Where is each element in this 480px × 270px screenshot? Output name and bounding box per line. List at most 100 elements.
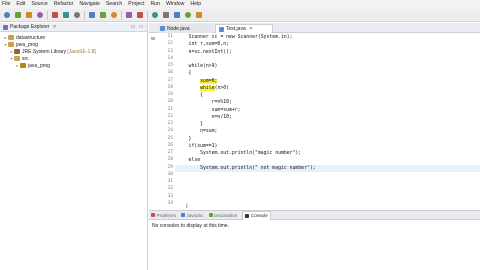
menu-project[interactable]: Project [128, 0, 144, 9]
toolbar-separator [121, 10, 122, 20]
tree-item[interactable]: ▸ datastructure [0, 34, 147, 41]
bottom-tab-bar: Problems Javadoc Declaration Console [149, 210, 480, 220]
back-icon[interactable] [184, 11, 192, 19]
debug-icon[interactable] [51, 11, 59, 19]
code-segment: n=n/10; [177, 114, 232, 120]
code-segment: int r,sum=0,n; [177, 42, 229, 48]
toolbar-separator [147, 10, 148, 20]
maximize-icon[interactable]: □ [138, 24, 144, 30]
tree-item[interactable]: ▾ java_prog [0, 41, 147, 48]
code-line: int r,sum=0,n; [177, 41, 229, 48]
menu-search[interactable]: Search [106, 0, 122, 9]
package-explorer-view: Package Explorer ✕ ▭ □ ▸ datastructure ▾ ja… [0, 23, 148, 270]
package-explorer-tab[interactable]: Package Explorer ✕ ▭ □ [0, 23, 147, 32]
menu-run[interactable]: Run [150, 0, 160, 9]
code-line: sum=0; [177, 78, 218, 85]
source-folder-icon [14, 56, 20, 61]
code-line: n=n/10; [177, 114, 232, 121]
prev-annotation-icon[interactable] [173, 11, 181, 19]
menu-bar: File Edit Source Refactor Navigate Search Proj… [0, 0, 480, 9]
code-segment: while(n>9) [177, 64, 218, 69]
menu-edit[interactable]: Edit [16, 0, 25, 9]
bottom-panel: Problems Javadoc Declaration Console No con… [149, 210, 480, 270]
new-java-project-icon[interactable] [88, 11, 96, 19]
line-number: 20 [167, 99, 173, 105]
open-type-icon[interactable] [125, 11, 133, 19]
problems-icon [151, 213, 155, 217]
editor-tab-bar: Node.java Test.java ✕ [149, 23, 480, 33]
line-number: 25 [167, 135, 173, 141]
search-icon[interactable] [136, 11, 144, 19]
external-tools-icon[interactable] [73, 11, 81, 19]
save-all-icon[interactable] [25, 11, 33, 19]
tab-problems[interactable]: Problems [151, 213, 176, 218]
menu-refactor[interactable]: Refactor [54, 0, 74, 9]
close-tab-icon[interactable]: ✕ [249, 26, 253, 32]
forward-icon[interactable] [195, 11, 203, 19]
save-icon[interactable] [14, 11, 22, 19]
line-number: 34 [167, 200, 173, 206]
code-segment: sum=sum+r; [177, 107, 241, 113]
print-icon[interactable] [36, 11, 44, 19]
menu-source[interactable]: Source [31, 0, 47, 9]
project-icon [8, 35, 14, 40]
declaration-icon [208, 213, 213, 217]
line-number: 26 [167, 142, 173, 148]
tab-label: Console [250, 213, 268, 218]
project-tree: ▸ datastructure ▾ java_prog ▸ JRE System Libr… [0, 32, 147, 69]
project-icon [8, 42, 14, 47]
tab-console[interactable]: Console [242, 210, 271, 220]
code-segment: if(sum==1) [177, 143, 218, 149]
ruler-marker [151, 37, 155, 40]
line-number: 24 [167, 128, 173, 134]
tab-declaration[interactable]: Declaration [208, 212, 238, 218]
menu-window[interactable]: Window [166, 0, 184, 9]
code-line: System.out.println("magic number"); [177, 150, 301, 157]
new-package-icon[interactable] [99, 11, 107, 19]
code-segment: { [177, 71, 192, 77]
code-line: { [177, 92, 203, 99]
tree-item-suffix: [JavaSE-1.8] [67, 48, 96, 55]
code-segment: (n>0) [214, 85, 230, 91]
menu-file[interactable]: File [2, 0, 10, 9]
tree-item[interactable]: ▸ JRE System Library [JavaSE-1.8] [0, 48, 147, 55]
java-file-icon [219, 26, 224, 32]
line-number: 17 [167, 77, 173, 83]
new-class-icon[interactable] [110, 11, 118, 19]
close-icon[interactable]: ✕ [52, 24, 56, 30]
tree-item-label: datastructure [16, 34, 46, 41]
code-segment: Scanner sc = new Scanner(System.in); [177, 35, 293, 40]
tab-label: Javadoc [186, 212, 204, 218]
run-icon[interactable] [62, 11, 70, 19]
tab-test-java[interactable]: Test.java ✕ [215, 24, 273, 33]
next-annotation-icon[interactable] [162, 11, 170, 19]
code-segment: else [177, 158, 201, 164]
line-number: 19 [167, 92, 173, 97]
new-file-icon[interactable] [3, 11, 11, 19]
code-editor[interactable]: 11 12 13 14 15 16 17 18 19 20 21 22 23 24 25 26 27 28 29 30… [149, 34, 480, 210]
code-segment: r=n%10; [177, 100, 232, 106]
java-file-icon [160, 26, 165, 31]
code-line: sum=sum+r; [177, 107, 241, 114]
code-segment: } [177, 136, 192, 142]
line-number: 14 [167, 55, 173, 61]
line-number: 11 [167, 34, 173, 39]
code-segment: n=sum; [177, 129, 218, 135]
menu-navigate[interactable]: Navigate [79, 0, 99, 9]
tab-label: Declaration [214, 212, 238, 218]
toggle-mark-icon[interactable] [151, 11, 159, 19]
tab-node-java[interactable]: Node.java [157, 24, 213, 33]
tree-item[interactable]: ▸ java_prog [0, 62, 147, 69]
line-number: 12 [167, 41, 173, 47]
minimize-icon[interactable]: ▭ [130, 24, 136, 30]
library-icon [14, 49, 20, 54]
code-line: Scanner sc = new Scanner(System.in); [177, 34, 293, 41]
package-icon [20, 63, 26, 68]
code-segment: n=sc.nextInt(); [177, 49, 232, 55]
console-message: No consoles to display at this time. [152, 223, 229, 229]
main-toolbar [0, 9, 480, 22]
tree-item[interactable]: ▾ src [0, 55, 147, 62]
code-line: else [177, 157, 201, 164]
menu-help[interactable]: Help [190, 0, 201, 9]
tab-javadoc[interactable]: Javadoc [180, 212, 204, 218]
